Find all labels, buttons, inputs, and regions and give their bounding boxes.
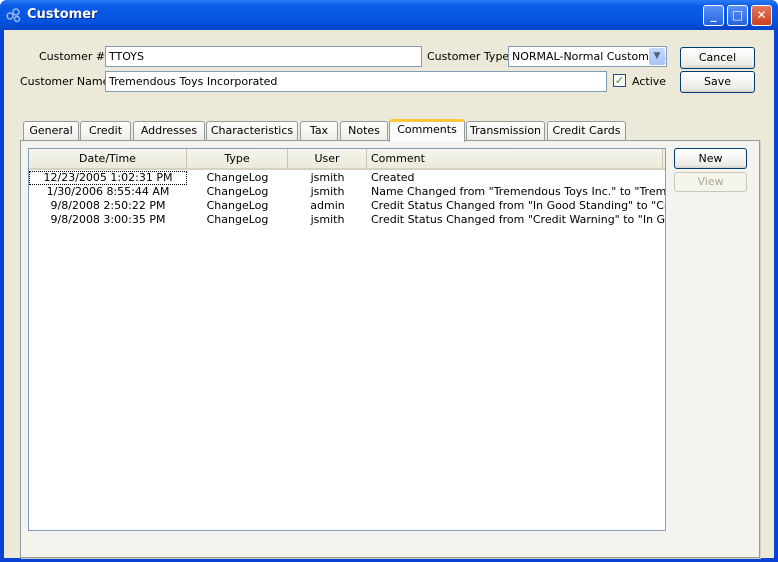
column-header-datetime[interactable]: Date/Time: [29, 149, 187, 168]
view-comment-button[interactable]: View: [674, 172, 747, 192]
customer-name-label: Customer Name:: [20, 75, 114, 88]
cell-comment: Credit Status Changed from "Credit Warni…: [371, 213, 665, 226]
minimize-button[interactable]: _: [703, 5, 724, 26]
maximize-icon: □: [731, 8, 744, 22]
column-header-type[interactable]: Type: [187, 149, 288, 168]
cell-user: jsmith: [310, 185, 345, 198]
cell-datetime: 9/8/2008 2:50:22 PM: [50, 199, 166, 212]
table-row[interactable]: 9/8/2008 3:00:35 PM ChangeLog jsmith Cre…: [29, 213, 665, 227]
maximize-button[interactable]: □: [727, 5, 748, 26]
cell-datetime: 9/8/2008 3:00:35 PM: [50, 213, 166, 226]
tab-notes[interactable]: Notes: [340, 121, 388, 141]
table-header: Date/Time Type User Comment: [29, 149, 665, 170]
close-button[interactable]: ✕: [751, 5, 772, 26]
tab-tax[interactable]: Tax: [300, 121, 338, 141]
column-header-comment[interactable]: Comment: [367, 149, 663, 168]
tab-comments[interactable]: Comments: [389, 119, 465, 142]
cell-user: jsmith: [310, 213, 345, 226]
tab-credit-cards[interactable]: Credit Cards: [547, 121, 626, 141]
tab-addresses[interactable]: Addresses: [133, 121, 205, 141]
customer-number-label: Customer #:: [39, 50, 109, 63]
tab-characteristics[interactable]: Characteristics: [206, 121, 298, 141]
cell-type: ChangeLog: [206, 171, 269, 184]
tab-credit[interactable]: Credit: [80, 121, 131, 141]
cancel-button[interactable]: Cancel: [680, 47, 755, 69]
cell-datetime: 1/30/2006 8:55:44 AM: [46, 185, 170, 198]
active-checkbox[interactable]: ✓: [613, 74, 626, 87]
column-header-user[interactable]: User: [288, 149, 367, 168]
save-button[interactable]: Save: [680, 71, 755, 93]
customer-type-label: Customer Type:: [427, 50, 513, 63]
customer-name-input[interactable]: Tremendous Toys Incorporated: [105, 71, 607, 92]
customer-type-value: NORMAL-Normal Customers: [512, 50, 666, 63]
minimize-icon: _: [710, 8, 717, 22]
customer-window: Customer _ □ ✕ Customer #: TTOYS Custome…: [0, 0, 778, 562]
table-row[interactable]: 1/30/2006 8:55:44 AM ChangeLog jsmith Na…: [29, 185, 665, 199]
cell-comment: Name Changed from "Tremendous Toys Inc."…: [371, 185, 665, 198]
comments-table[interactable]: Date/Time Type User Comment 12/23/2005 1…: [28, 148, 666, 531]
window-title: Customer: [27, 7, 98, 22]
cell-type: ChangeLog: [206, 199, 269, 212]
cell-datetime: 12/23/2005 1:02:31 PM: [29, 171, 187, 185]
tab-general[interactable]: General: [23, 121, 79, 141]
comments-panel: Date/Time Type User Comment 12/23/2005 1…: [20, 140, 760, 558]
close-icon: ✕: [756, 8, 767, 22]
tab-transmission[interactable]: Transmission: [466, 121, 545, 141]
table-row[interactable]: 9/8/2008 2:50:22 PM ChangeLog admin Cred…: [29, 199, 665, 213]
checkmark-icon: ✓: [614, 74, 625, 87]
cell-comment: Created: [371, 171, 415, 184]
dialog-body: Customer #: TTOYS Customer Type: NORMAL-…: [4, 30, 774, 558]
active-label: Active: [632, 75, 667, 88]
table-row[interactable]: 12/23/2005 1:02:31 PM ChangeLog jsmith C…: [29, 171, 665, 185]
chevron-down-icon[interactable]: ▼: [649, 48, 665, 65]
cell-type: ChangeLog: [206, 185, 269, 198]
cell-type: ChangeLog: [206, 213, 269, 226]
cell-comment: Credit Status Changed from "In Good Stan…: [371, 199, 665, 212]
app-icon: [6, 8, 21, 23]
new-comment-button[interactable]: New: [674, 148, 747, 169]
cell-user: admin: [310, 199, 345, 212]
title-bar[interactable]: Customer _ □ ✕: [0, 0, 778, 30]
customer-type-select[interactable]: NORMAL-Normal Customers ▼: [508, 46, 667, 67]
customer-number-input[interactable]: TTOYS: [105, 46, 422, 67]
cell-user: jsmith: [310, 171, 345, 184]
